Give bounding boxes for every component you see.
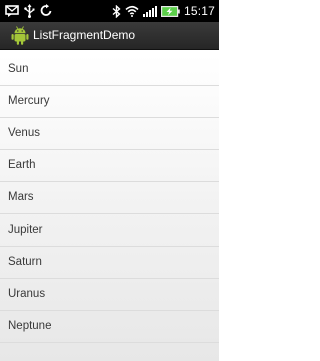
list-item-label: Earth bbox=[8, 159, 36, 171]
system-status: 15:17 bbox=[112, 3, 215, 19]
status-bar: 15:17 bbox=[0, 0, 219, 22]
list-item-label: Uranus bbox=[8, 288, 46, 300]
list-item-label: Mars bbox=[8, 191, 34, 203]
bluetooth-icon bbox=[112, 4, 121, 18]
list-item-saturn[interactable]: Saturn bbox=[0, 247, 219, 279]
clock: 15:17 bbox=[183, 4, 215, 18]
list-item-label: Neptune bbox=[8, 320, 52, 332]
signal-icon bbox=[142, 6, 157, 17]
list-item-venus[interactable]: Venus bbox=[0, 118, 219, 150]
list-item-mercury[interactable]: Mercury bbox=[0, 86, 219, 118]
sms-icon bbox=[5, 5, 19, 17]
list-item-label: Jupiter bbox=[8, 224, 43, 236]
list-item-label: Mercury bbox=[8, 95, 50, 107]
list-item-uranus[interactable]: Uranus bbox=[0, 279, 219, 311]
sync-icon bbox=[40, 4, 52, 16]
list-item-sun[interactable]: Sun bbox=[0, 54, 219, 86]
list-item-label: Sun bbox=[8, 63, 29, 75]
planet-list: Sun Mercury Venus Earth Mars Jupiter Sat… bbox=[0, 54, 219, 361]
notification-icons bbox=[5, 3, 52, 19]
app-title: ListFragmentDemo bbox=[33, 28, 136, 42]
list-item-mars[interactable]: Mars bbox=[0, 182, 219, 214]
list-item-earth[interactable]: Earth bbox=[0, 150, 219, 182]
usb-icon bbox=[24, 4, 35, 18]
battery-icon bbox=[160, 5, 180, 17]
list-item-neptune[interactable]: Neptune bbox=[0, 311, 219, 343]
android-robot-icon bbox=[11, 26, 29, 45]
list-item-jupiter[interactable]: Jupiter bbox=[0, 215, 219, 247]
list-item-label: Venus bbox=[8, 127, 40, 139]
action-bar: ListFragmentDemo bbox=[0, 22, 219, 50]
list-item-label: Saturn bbox=[8, 256, 42, 268]
wifi-icon bbox=[125, 5, 139, 17]
